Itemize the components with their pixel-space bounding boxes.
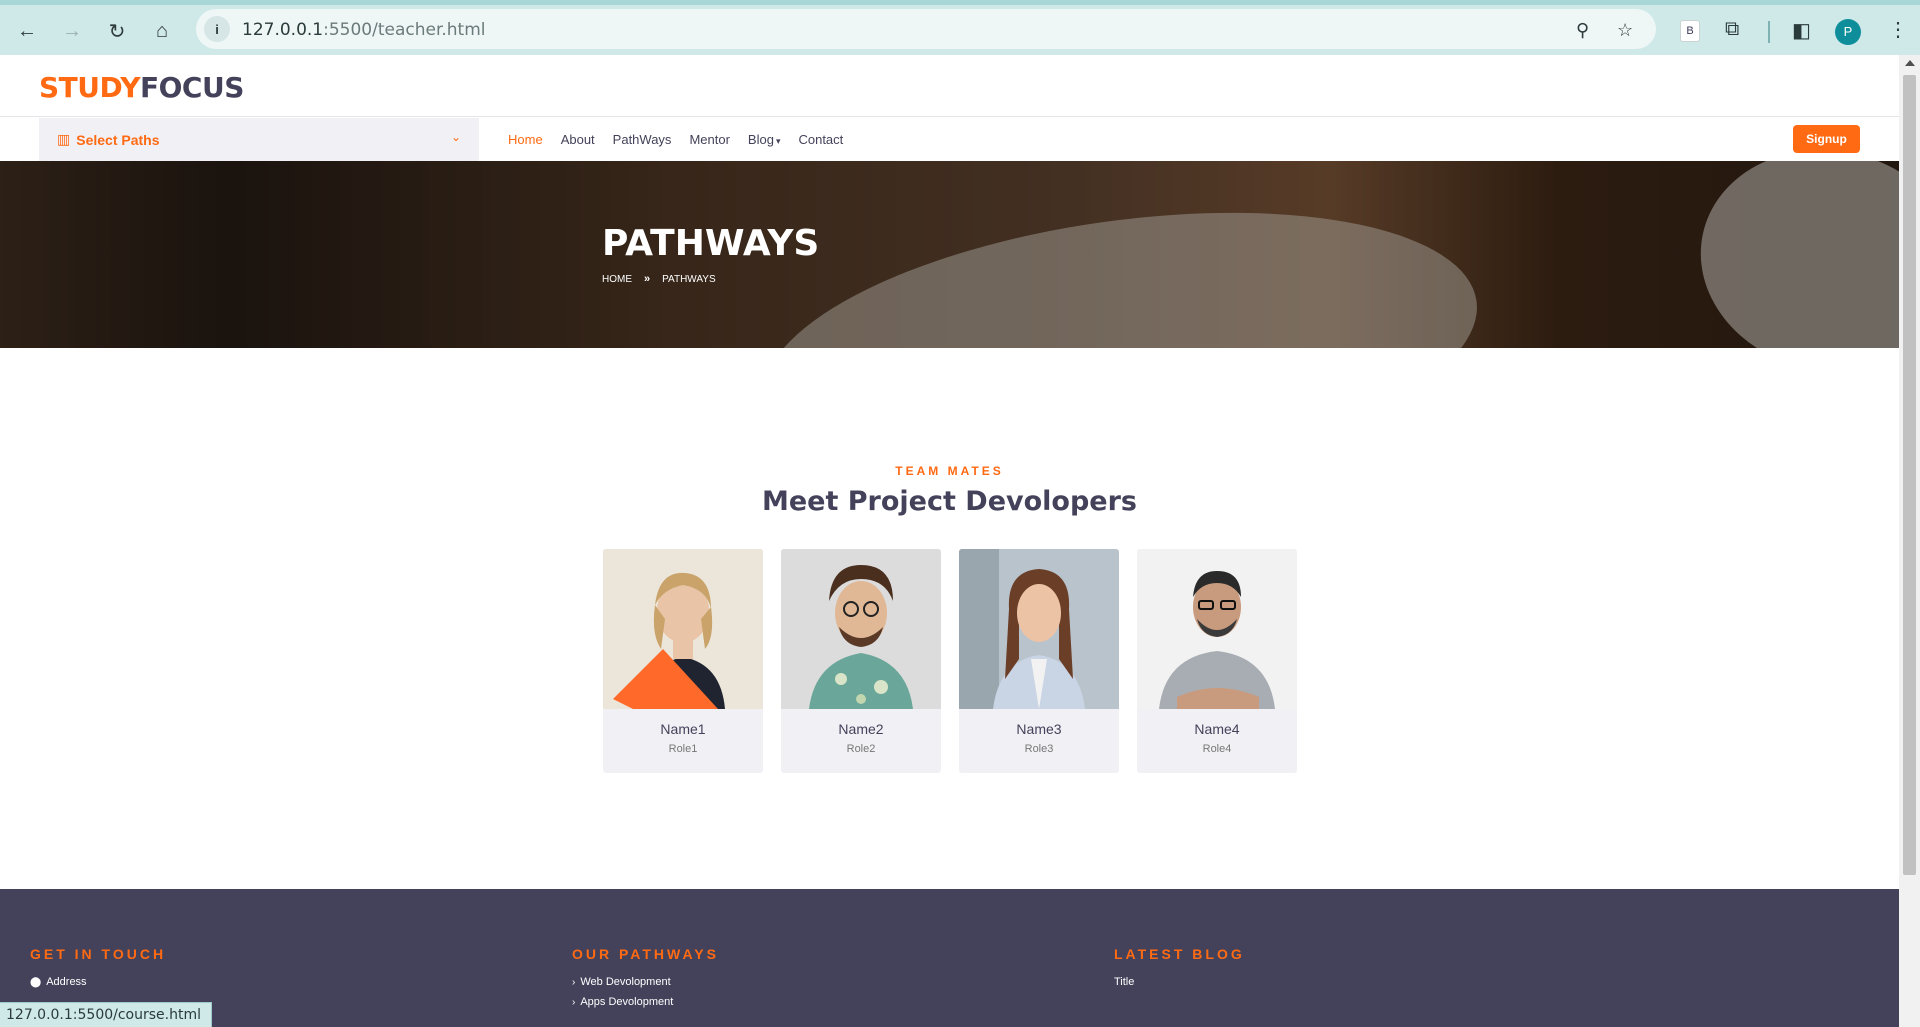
nav-mentor[interactable]: Mentor [689, 132, 729, 147]
site-logo[interactable]: STUDYFOCUS [39, 71, 244, 104]
member-name: Name3 [1016, 721, 1062, 737]
footer-blog-heading: LATEST BLOG [1114, 946, 1245, 962]
footer-pathway-link[interactable]: › Apps Devolopment [572, 996, 673, 1008]
site-info-icon[interactable]: i [204, 16, 230, 42]
address-bar[interactable]: i 127.0.0.1:5500/teacher.html ⚲ ☆ [196, 9, 1656, 49]
home-icon[interactable]: ⌂ [146, 15, 178, 47]
member-role: Role2 [846, 743, 876, 755]
member-role: Role1 [668, 743, 698, 755]
profile-avatar[interactable]: P [1835, 19, 1861, 45]
map-marker-icon: ⬤ [30, 976, 42, 988]
scroll-thumb[interactable] [1903, 75, 1916, 875]
team-heading: Meet Project Devolopers [761, 486, 1138, 517]
logo-part2: FOCUS [139, 71, 244, 104]
back-icon[interactable]: ← [11, 15, 43, 47]
main-navbar: ▥ Select Paths ⌄ Home About PathWays Men… [0, 118, 1899, 161]
banner-overlay [0, 161, 1899, 348]
footer-address-text: Address [46, 976, 87, 988]
nav-pathways[interactable]: PathWays [613, 132, 672, 147]
team-card[interactable]: Name2 Role2 [781, 549, 941, 773]
url-text[interactable]: 127.0.0.1:5500/teacher.html [242, 20, 486, 40]
reload-icon[interactable]: ↻ [101, 15, 133, 47]
book-icon: ▥ [57, 131, 71, 147]
member-name: Name4 [1194, 721, 1240, 737]
site-footer: GET IN TOUCH ⬤ Address OUR PATHWAYS › We… [0, 889, 1899, 1027]
double-chevron-right-icon: » [644, 273, 651, 285]
page-scrollbar[interactable] [1899, 55, 1920, 1027]
nav-about[interactable]: About [561, 132, 595, 147]
page-header-banner: PATHWAYS HOME » PATHWAYS [0, 161, 1899, 348]
chevron-right-icon: › [572, 976, 576, 988]
page-title: PATHWAYS [602, 223, 820, 264]
member-name: Name1 [660, 721, 706, 737]
team-card[interactable]: Name1 Role1 [603, 549, 763, 773]
team-card[interactable]: Name3 Role3 [959, 549, 1119, 773]
select-paths-dropdown[interactable]: ▥ Select Paths ⌄ [39, 118, 479, 161]
url-host: 127.0.0.1 [242, 20, 324, 40]
breadcrumb-home[interactable]: HOME [602, 274, 632, 285]
nav-blog[interactable]: Blog ▾ [748, 132, 781, 147]
browser-menu-icon[interactable]: ⋮ [1888, 17, 1908, 42]
nav-home[interactable]: Home [508, 132, 543, 147]
team-member-photo [1137, 549, 1297, 709]
bookmark-star-icon[interactable]: ☆ [1617, 20, 1633, 41]
breadcrumb-current: PATHWAYS [662, 273, 716, 285]
scroll-up-arrow-icon[interactable] [1905, 60, 1915, 66]
logo-part1: STUDY [39, 71, 140, 104]
nav-blog-label: Blog [747, 132, 774, 147]
link-status-bubble: 127.0.0.1:5500/course.html [0, 1002, 212, 1027]
side-panel-icon[interactable]: ◧ [1792, 18, 1811, 43]
footer-address: ⬤ Address [30, 976, 87, 988]
brand-bar: STUDYFOCUS [0, 55, 1899, 117]
footer-pathway-link[interactable]: › Web Devolopment [572, 976, 671, 988]
url-path: :5500/teacher.html [323, 20, 486, 40]
team-member-photo [781, 549, 941, 709]
member-role: Role3 [1024, 743, 1054, 755]
chevron-down-icon: ⌄ [450, 130, 461, 144]
forward-icon[interactable]: → [56, 15, 88, 47]
footer-blog-link[interactable]: Title [1114, 976, 1134, 988]
signup-button[interactable]: Signup [1793, 125, 1860, 153]
extension-b-icon[interactable]: B [1680, 20, 1700, 42]
nav-contact[interactable]: Contact [798, 132, 843, 147]
team-member-photo [603, 549, 763, 709]
nav-links: Home About PathWays Mentor Blog ▾ Contact [508, 118, 843, 161]
browser-toolbar: ← → ↻ ⌂ i 127.0.0.1:5500/teacher.html ⚲ … [0, 0, 1920, 55]
toolbar-separator [1768, 21, 1770, 43]
select-paths-label: Select Paths [76, 131, 160, 148]
team-member-photo [959, 549, 1119, 709]
breadcrumb: HOME » PATHWAYS [602, 273, 716, 285]
web-page: STUDYFOCUS ▥ Select Paths ⌄ Home About P… [0, 55, 1899, 1027]
footer-pathways-heading: OUR PATHWAYS [572, 946, 719, 962]
member-role: Role4 [1202, 743, 1232, 755]
chevron-right-icon: › [572, 996, 576, 1008]
footer-pathway-label: Apps Devolopment [580, 996, 674, 1008]
member-name: Name2 [838, 721, 884, 737]
zoom-icon[interactable]: ⚲ [1576, 20, 1589, 41]
team-card[interactable]: Name4 Role4 [1137, 549, 1297, 773]
extensions-puzzle-icon[interactable]: ⧉ [1725, 18, 1739, 41]
team-subtitle: TEAM MATES [895, 464, 1004, 478]
footer-pathway-label: Web Devolopment [580, 976, 671, 988]
caret-down-icon: ▾ [775, 136, 781, 146]
footer-contact-heading: GET IN TOUCH [30, 946, 167, 962]
